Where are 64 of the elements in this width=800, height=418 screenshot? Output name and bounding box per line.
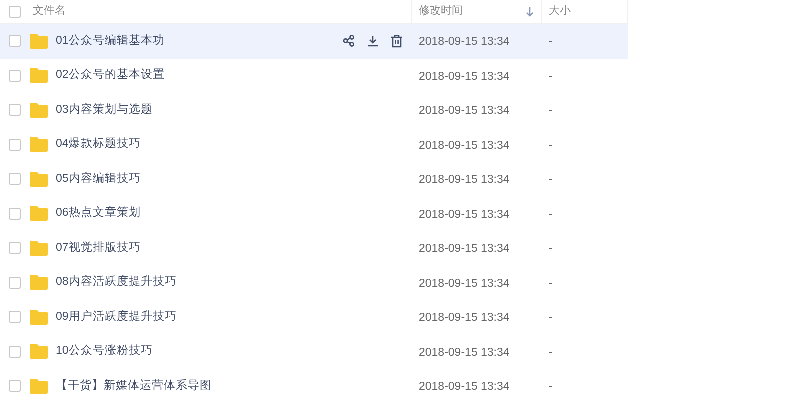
file-size: - (549, 70, 553, 83)
folder-icon (30, 172, 48, 187)
modified-date: 2018-09-15 13:34 (419, 208, 510, 221)
download-icon[interactable] (367, 35, 379, 48)
checkbox[interactable] (9, 173, 21, 186)
folder-icon (30, 275, 48, 290)
share-icon[interactable] (343, 35, 355, 48)
file-name[interactable]: 05内容编辑技巧 (56, 170, 141, 188)
file-size: - (549, 36, 553, 48)
folder-icon (30, 310, 48, 325)
column-header[interactable]: 文件名 (33, 3, 66, 20)
checkbox[interactable] (9, 70, 21, 82)
checkbox[interactable] (9, 380, 21, 392)
checkbox[interactable] (9, 276, 21, 289)
modified-date: 2018-09-15 13:34 (419, 70, 510, 83)
file-name[interactable]: 【干货】新媒体运营体系导图 (56, 378, 212, 395)
file-size: - (549, 243, 553, 256)
folder-icon (30, 137, 48, 152)
modified-date: 2018-09-15 13:34 (419, 105, 510, 118)
trash-icon[interactable] (391, 34, 403, 48)
checkbox[interactable] (9, 138, 21, 151)
file-size: - (549, 208, 553, 221)
folder-icon (30, 206, 48, 222)
modified-date: 2018-09-15 13:34 (419, 346, 510, 359)
folder-icon (30, 34, 48, 49)
file-name[interactable]: 06热点文章策划 (56, 205, 141, 222)
sort-descending-icon[interactable] (526, 6, 534, 16)
file-name[interactable]: 08内容活跃度提升技巧 (56, 274, 177, 292)
file-name[interactable]: 01公众号编辑基本功 (56, 32, 165, 50)
folder-icon (30, 344, 48, 360)
file-name[interactable]: 09用户活跃度提升技巧 (56, 308, 177, 326)
file-name[interactable]: 03内容策划与选题 (56, 102, 153, 119)
checkbox[interactable] (9, 242, 21, 254)
modified-date: 2018-09-15 13:34 (419, 381, 510, 394)
file-size: - (549, 381, 553, 394)
checkbox[interactable] (9, 104, 21, 116)
file-size: - (549, 105, 553, 118)
column-header[interactable]: 大小 (549, 3, 571, 20)
checkbox[interactable] (9, 311, 21, 324)
modified-date: 2018-09-15 13:34 (419, 278, 510, 290)
modified-date: 2018-09-15 13:34 (419, 243, 510, 256)
column-header[interactable]: 修改时间 (419, 3, 463, 20)
modified-date: 2018-09-15 13:34 (419, 312, 510, 324)
folder-icon (30, 240, 48, 256)
file-size: - (549, 312, 553, 324)
file-name[interactable]: 10公众号涨粉技巧 (56, 343, 153, 360)
checkbox[interactable] (9, 6, 21, 18)
file-size: - (549, 278, 553, 290)
modified-date: 2018-09-15 13:34 (419, 140, 510, 152)
file-size: - (549, 346, 553, 359)
file-size: - (549, 174, 553, 186)
file-size: - (549, 140, 553, 152)
file-row[interactable]: 01公众号编辑基本功 2018-09-15 13:34 - (0, 24, 628, 58)
file-name[interactable]: 02公众号的基本设置 (56, 67, 165, 84)
folder-icon (30, 378, 48, 394)
folder-icon (30, 102, 48, 118)
checkbox[interactable] (9, 35, 21, 48)
modified-date: 2018-09-15 13:34 (419, 36, 510, 48)
folder-icon (30, 68, 48, 84)
file-name[interactable]: 07视觉排版技巧 (56, 240, 141, 257)
checkbox[interactable] (9, 346, 21, 358)
file-name[interactable]: 04爆款标题技巧 (56, 136, 141, 154)
checkbox[interactable] (9, 208, 21, 220)
modified-date: 2018-09-15 13:34 (419, 174, 510, 186)
